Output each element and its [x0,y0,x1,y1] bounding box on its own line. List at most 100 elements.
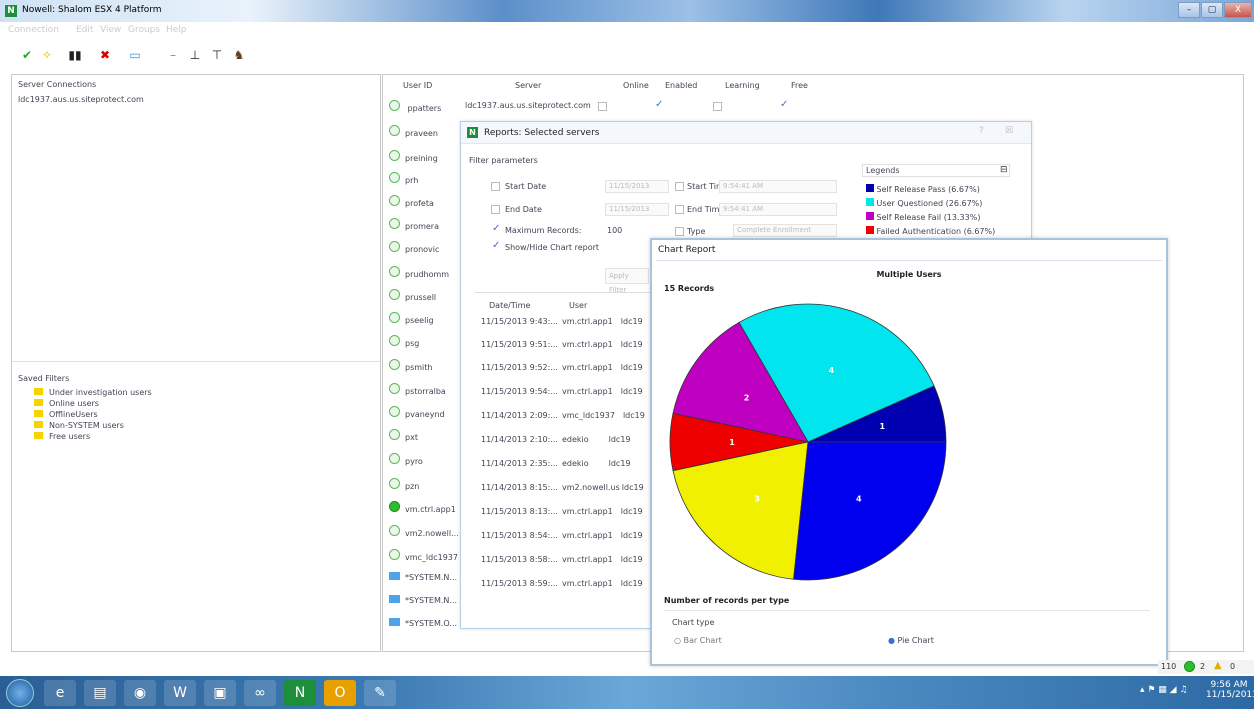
list-item[interactable]: *SYSTEM.N... [389,595,457,605]
delete-icon[interactable]: ✖ [96,46,114,64]
close-dialog-button[interactable]: ☒ [1005,126,1013,136]
table-row[interactable]: 11/14/2013 8:15:... vm2.nowell.us ldc19 [481,483,644,492]
col-user[interactable]: User [569,301,587,310]
type-checkbox[interactable] [675,227,684,236]
list-item[interactable]: pseelig [389,312,434,325]
list-item[interactable]: pzn [389,478,419,491]
start-time-checkbox[interactable] [675,182,684,191]
table-row[interactable]: 11/15/2013 9:54:... vm.ctrl.app1 ldc19 [481,387,643,396]
taskbar-app[interactable]: ✎ [364,680,396,706]
menu-connection[interactable]: Connection [8,25,59,35]
menu-help[interactable]: Help [166,25,187,35]
col-date-time[interactable]: Date/Time [489,301,530,310]
end-time-field[interactable]: 9:54:41 AM [719,203,837,216]
menu-groups[interactable]: Groups [128,25,160,35]
user-icon[interactable]: ✧ [38,46,56,64]
table-row[interactable]: 11/15/2013 8:59:... vm.ctrl.app1 ldc19 [481,579,643,588]
vertical-scrollbar[interactable] [1231,77,1241,651]
list-item[interactable]: pvaneynd [389,406,445,419]
list-item[interactable]: vm.ctrl.app1 [389,501,456,514]
table-row[interactable]: 11/15/2013 9:43:... vm.ctrl.app1 ldc19 [481,317,643,326]
table-row[interactable]: 11/15/2013 9:51:... vm.ctrl.app1 ldc19 [481,340,643,349]
start-time-field[interactable]: 9:54:41 AM [719,180,837,193]
online-checkbox[interactable] [598,102,607,111]
start-date-checkbox[interactable] [491,182,500,191]
max-records-field[interactable]: 100 [607,226,622,235]
person-icon[interactable]: ⊥ [186,46,204,64]
taskbar-app[interactable]: ▤ [84,680,116,706]
col-online[interactable]: Online [623,81,649,90]
taskbar-app[interactable]: W [164,680,196,706]
minimize-button[interactable]: – [1178,2,1200,18]
server-connection-item[interactable]: ldc1937.aus.us.siteprotect.com [18,95,144,104]
free-check[interactable]: ✓ [780,99,788,110]
list-item[interactable]: psg [389,335,419,348]
saved-filter-item[interactable]: Under investigation users [34,388,152,397]
bar-chart-option[interactable]: ○ Bar Chart [674,636,722,645]
table-row[interactable]: 11/14/2013 2:09:... vmc_ldc1937 ldc19 [481,411,645,420]
end-date-checkbox[interactable] [491,205,500,214]
type-select[interactable]: Complete Enrollment [733,224,837,237]
list-item[interactable]: praveen [389,125,438,138]
menu-view[interactable]: View [100,25,121,35]
saved-filter-item[interactable]: Free users [34,432,90,441]
saved-filter-item[interactable]: Non-SYSTEM users [34,421,124,430]
list-item[interactable]: prh [389,172,418,185]
books-icon[interactable]: ▮▮ [66,46,84,64]
top-icon[interactable]: ⊤ [208,46,226,64]
table-row[interactable]: 11/15/2013 8:58:... vm.ctrl.app1 ldc19 [481,555,643,564]
taskbar-app[interactable]: e [44,680,76,706]
taskbar-app[interactable]: ◉ [124,680,156,706]
menu-edit[interactable]: Edit [76,25,93,35]
list-item[interactable]: prudhomm [389,266,449,279]
list-item[interactable]: vm2.nowell... [389,525,459,538]
help-button[interactable]: ? [979,126,984,136]
list-item[interactable]: *SYSTEM.O... [389,618,457,628]
list-item[interactable]: pronovic [389,241,439,254]
table-row[interactable]: 11/14/2013 2:35:... edekio ldc19 [481,459,631,468]
list-item[interactable]: promera [389,218,439,231]
list-item[interactable]: psmith [389,359,432,372]
start-date-field[interactable]: 11/15/2013 [605,180,669,193]
col-enabled[interactable]: Enabled [665,81,697,90]
table-row[interactable]: 11/15/2013 9:52:... vm.ctrl.app1 ldc19 [481,363,643,372]
list-item[interactable]: preining [389,150,438,163]
col-server[interactable]: Server [515,81,541,90]
list-item[interactable]: vmc_ldc1937 [389,549,458,562]
taskbar-app[interactable]: ▣ [204,680,236,706]
table-row[interactable]: 11/15/2013 8:13:... vm.ctrl.app1 ldc19 [481,507,643,516]
monitor-icon[interactable]: ▭ [126,46,144,64]
apply-filter-button[interactable]: Apply Filter [605,268,649,294]
tray-icons[interactable]: ▴ ⚑ ▦ ◢ ♫ [1140,685,1188,695]
list-item[interactable]: prussell [389,289,436,302]
close-window-button[interactable]: X [1224,2,1252,18]
end-time-checkbox[interactable] [675,205,684,214]
col-free[interactable]: Free [791,81,808,90]
connect-icon[interactable]: ✔ [18,46,36,64]
list-item[interactable]: pstorralba [389,383,446,396]
pane-divider[interactable] [12,361,380,362]
list-item[interactable]: *SYSTEM.N... [389,572,457,582]
pin-icon[interactable]: ⊟ [1000,165,1008,175]
table-row[interactable]: 11/15/2013 8:54:... vm.ctrl.app1 ldc19 [481,531,643,540]
saved-filter-item[interactable]: Online users [34,399,99,408]
max-records-check[interactable]: ✓ [492,223,500,234]
col-learning[interactable]: Learning [725,81,760,90]
list-item[interactable]: pxt [389,429,418,442]
minus-icon[interactable]: – [164,46,182,64]
saved-filter-item[interactable]: OfflineUsers [34,410,98,419]
clock[interactable]: 9:56 AM 11/15/2013 [1206,680,1254,700]
col-user-id[interactable]: User ID [403,81,432,90]
taskbar-app[interactable]: ∞ [244,680,276,706]
maximize-button[interactable]: ▢ [1201,2,1223,18]
list-item[interactable]: profeta [389,195,434,208]
pie-chart-option[interactable]: ● Pie Chart [888,636,934,645]
list-item[interactable]: pyro [389,453,423,466]
table-row[interactable]: ppatters [389,100,441,113]
start-button[interactable] [6,679,34,707]
table-row[interactable]: 11/14/2013 2:10:... edekio ldc19 [481,435,631,444]
end-date-field[interactable]: 11/15/2013 [605,203,669,216]
learning-checkbox[interactable] [713,102,722,111]
taskbar-app[interactable]: O [324,680,356,706]
users-icon[interactable]: ♞ [230,46,248,64]
